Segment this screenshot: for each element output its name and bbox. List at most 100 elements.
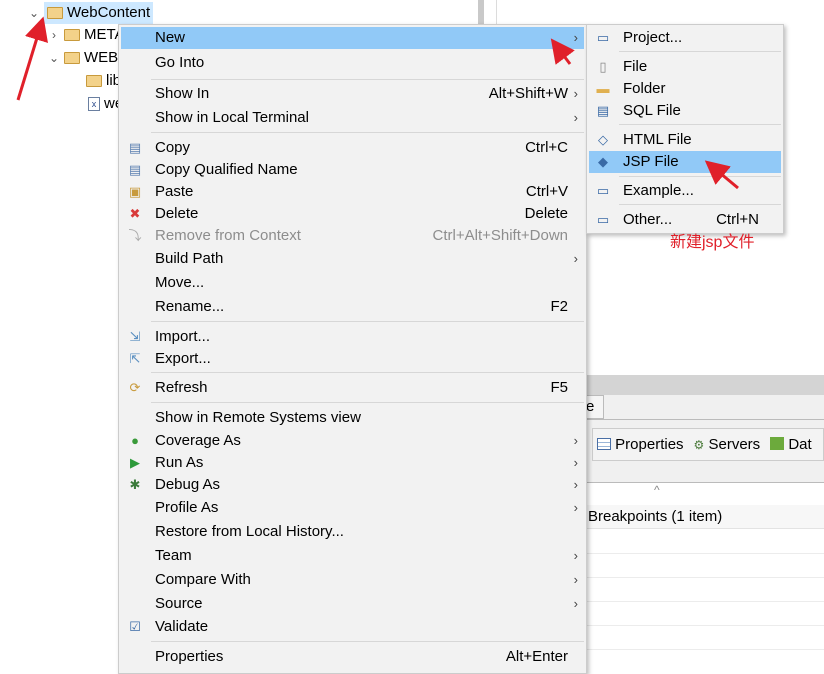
xml-file-icon: x	[88, 97, 100, 111]
menu-item-project[interactable]: ▭ Project...	[589, 27, 781, 49]
annotation-text: 新建jsp文件	[670, 234, 755, 251]
menu-item-move[interactable]: Move...	[121, 272, 584, 294]
tab-servers[interactable]: ⚙ Servers	[694, 436, 761, 453]
menu-item-html-file[interactable]: ◇ HTML File	[589, 129, 781, 151]
menu-item-label: Folder	[623, 80, 666, 97]
menu-separator	[151, 372, 584, 373]
shortcut-label: F2	[550, 298, 568, 315]
menu-item-label: Debug As	[155, 476, 221, 493]
shortcut-label: Ctrl+V	[525, 183, 568, 200]
menu-item-label: Coverage As	[155, 432, 241, 449]
menu-item-label: Delete	[155, 205, 199, 222]
chevron-down-icon[interactable]: ⌄	[28, 2, 40, 24]
menu-item-run-as[interactable]: ▶ Run As ›	[121, 452, 584, 474]
folder-icon	[64, 29, 80, 41]
menu-item-rename[interactable]: Rename... F2	[121, 296, 584, 318]
breakpoints-row[interactable]: Breakpoints (1 item)	[584, 505, 824, 529]
delete-icon: ✖	[129, 206, 141, 221]
menu-item-label: Validate	[155, 618, 209, 635]
menu-separator	[151, 641, 584, 642]
menu-separator	[151, 321, 584, 322]
menu-item-delete[interactable]: ✖ Delete Delete	[121, 203, 584, 225]
menu-item-show-in-local-terminal[interactable]: Show in Local Terminal ›	[121, 107, 584, 129]
example-icon: ▭	[596, 183, 610, 198]
menu-item-build-path[interactable]: Build Path ›	[121, 248, 584, 270]
menu-item-properties[interactable]: Properties Alt+Enter	[121, 646, 584, 668]
menu-item-coverage-as[interactable]: ● Coverage As ›	[121, 430, 584, 452]
menu-separator	[619, 124, 781, 125]
menu-item-source[interactable]: Source ›	[121, 593, 584, 615]
export-icon: ⇱	[129, 351, 141, 366]
chevron-down-icon[interactable]: ⌄	[48, 47, 60, 69]
menu-item-copy[interactable]: ▤ Copy Ctrl+C	[121, 137, 584, 159]
menu-item-label: Move...	[155, 274, 205, 291]
collapse-icon[interactable]: ^	[654, 483, 660, 497]
menu-separator	[151, 402, 584, 403]
menu-item-label: Go Into	[155, 54, 205, 71]
menu-item-label: Compare With	[155, 571, 251, 588]
menu-item-label: JSP File	[623, 153, 679, 170]
menu-item-label: Run As	[155, 454, 204, 471]
html-file-icon: ◇	[598, 132, 608, 147]
tab-label: e	[586, 398, 595, 415]
shortcut-label: Ctrl+C	[525, 139, 568, 156]
menu-item-show-in[interactable]: Show In Alt+Shift+W ›	[121, 83, 584, 105]
tree-label: WebContent	[67, 4, 151, 21]
menu-item-label: File	[623, 58, 648, 75]
folder-icon	[47, 7, 63, 19]
menu-item-file[interactable]: ▯ File	[589, 56, 781, 78]
properties-icon	[597, 438, 611, 450]
menu-item-new[interactable]: New ›	[121, 27, 584, 49]
menu-item-label: Profile As	[155, 499, 219, 516]
menu-item-profile-as[interactable]: Profile As ›	[121, 497, 584, 519]
menu-item-label: Rename...	[155, 298, 225, 315]
menu-item-copy-qualified-name[interactable]: ▤ Copy Qualified Name	[121, 159, 584, 181]
debug-icon: ✱	[129, 477, 141, 492]
menu-item-label: Show in Local Terminal	[155, 109, 309, 126]
menu-item-label: Import...	[155, 328, 211, 345]
menu-item-refresh[interactable]: ⟳ Refresh F5	[121, 377, 584, 399]
import-icon: ⇲	[129, 329, 141, 344]
menu-item-remove-from-context: ⤵ Remove from Context Ctrl+Alt+Shift+Down	[121, 225, 584, 247]
chevron-right-icon: ›	[573, 110, 578, 125]
tree-node-lib[interactable]: lib	[86, 70, 121, 92]
context-menu: New › Go Into Show In Alt+Shift+W › Show in Lo…	[118, 24, 587, 674]
menu-item-label: SQL File	[623, 102, 681, 119]
chevron-right-icon: ›	[573, 251, 578, 266]
menu-item-show-in-remote-systems-view[interactable]: Show in Remote Systems view	[121, 407, 584, 429]
menu-item-label: Show In	[155, 85, 210, 102]
remove-context-icon: ⤵	[128, 228, 142, 243]
refresh-icon: ⟳	[129, 380, 141, 395]
paste-icon: ▣	[128, 184, 142, 199]
menu-item-debug-as[interactable]: ✱ Debug As ›	[121, 474, 584, 496]
tab-partial[interactable]: e	[584, 395, 604, 419]
shortcut-label: Ctrl+Alt+Shift+Down	[432, 227, 568, 244]
menu-item-example[interactable]: ▭ Example...	[589, 180, 781, 202]
menu-item-paste[interactable]: ▣ Paste Ctrl+V	[121, 181, 584, 203]
folder-icon	[64, 52, 80, 64]
chevron-right-icon[interactable]: ›	[48, 24, 60, 46]
shortcut-label: Delete	[524, 205, 568, 222]
menu-item-export[interactable]: ⇱ Export...	[121, 348, 584, 370]
jsp-file-icon: ◆	[598, 154, 608, 169]
menu-item-compare-with[interactable]: Compare With ›	[121, 569, 584, 591]
menu-item-team[interactable]: Team ›	[121, 545, 584, 567]
menu-item-go-into[interactable]: Go Into	[121, 52, 584, 74]
chevron-right-icon: ›	[573, 433, 578, 448]
tree-node-webcontent[interactable]: ⌄ WebContent	[28, 2, 154, 24]
menu-item-label: Other...	[623, 211, 673, 228]
menu-item-validate[interactable]: ☑ Validate	[121, 616, 584, 638]
menu-item-import[interactable]: ⇲ Import...	[121, 326, 584, 348]
chevron-right-icon: ›	[573, 86, 578, 101]
chevron-right-icon: ›	[573, 455, 578, 470]
menu-item-label: Copy Qualified Name	[155, 161, 298, 178]
chevron-right-icon: ›	[573, 500, 578, 515]
menu-separator	[151, 132, 584, 133]
tab-data[interactable]: Dat	[770, 436, 812, 453]
menu-item-restore-from-local-history[interactable]: Restore from Local History...	[121, 521, 584, 543]
menu-item-label: Export...	[155, 350, 211, 367]
menu-item-jsp-file[interactable]: ◆ JSP File	[589, 151, 781, 173]
menu-item-folder[interactable]: ▬ Folder	[589, 78, 781, 100]
menu-item-sql-file[interactable]: ▤ SQL File	[589, 100, 781, 122]
tab-properties[interactable]: Properties	[597, 436, 684, 453]
